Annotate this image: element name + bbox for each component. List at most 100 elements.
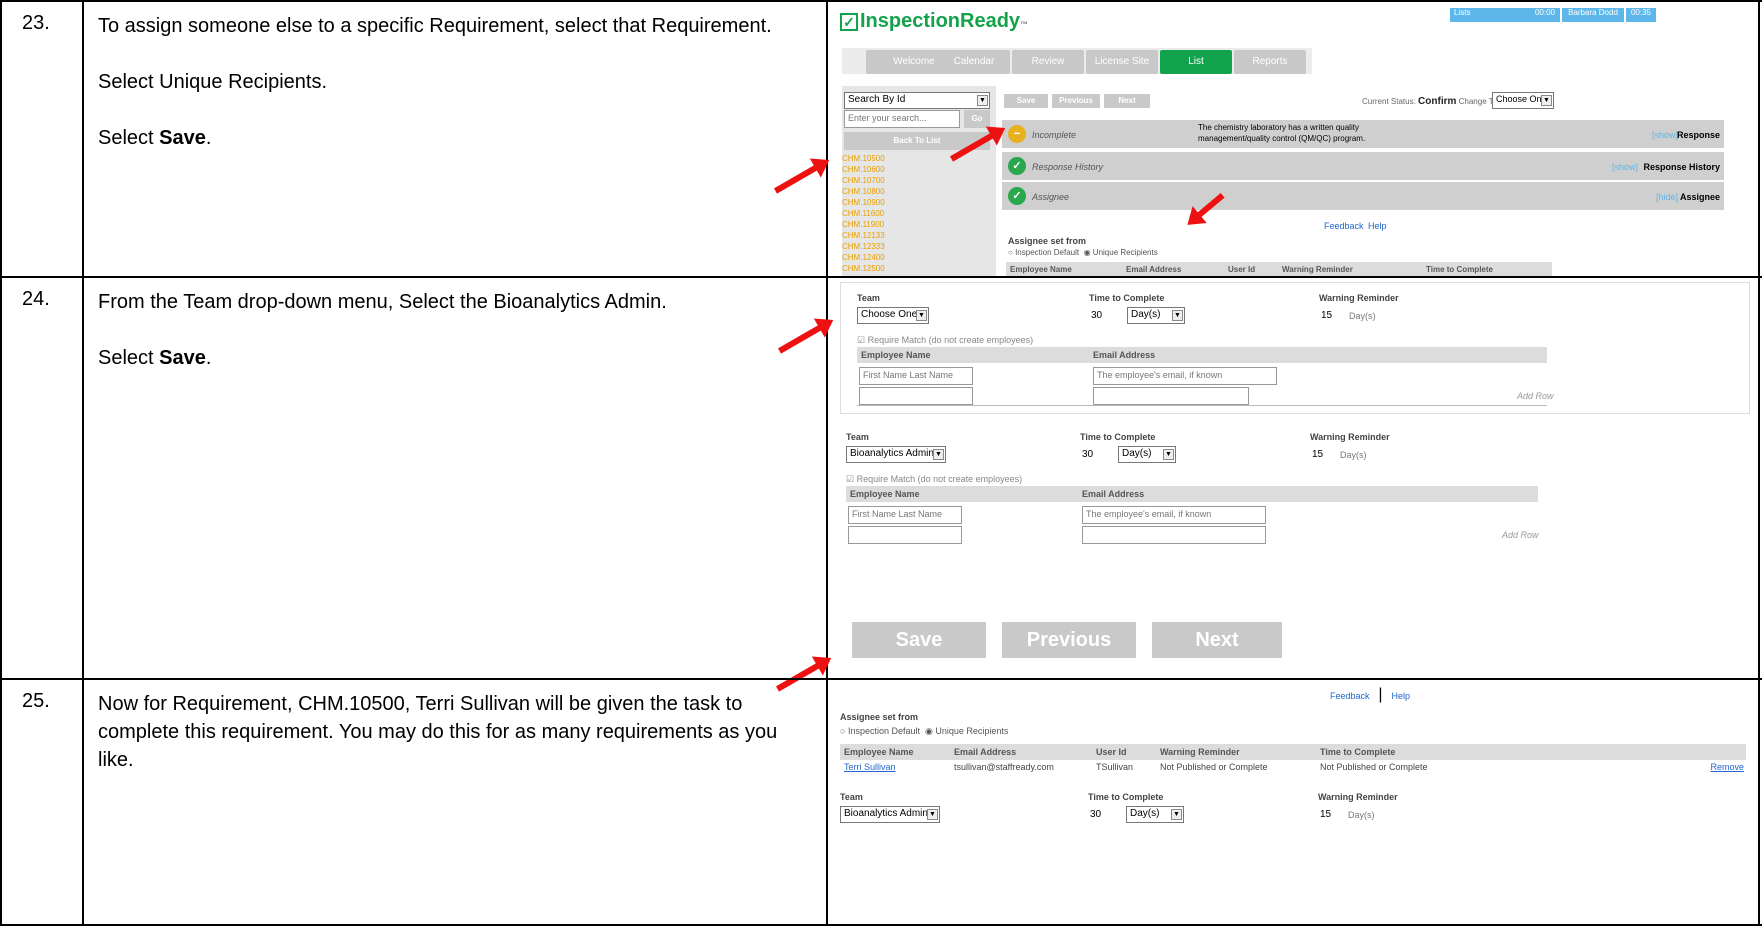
previous-button[interactable]: Previous xyxy=(1002,622,1136,658)
select-value: Day(s) xyxy=(1131,309,1161,320)
col-header: Employee Name xyxy=(844,747,914,757)
employee-name-field[interactable] xyxy=(848,526,962,544)
days-select[interactable]: Day(s) ▼ xyxy=(1126,806,1184,823)
lists-link[interactable]: Lists xyxy=(1450,8,1530,22)
col-header: Email Address xyxy=(1093,350,1156,360)
chevron-down-icon: ▼ xyxy=(927,809,938,820)
tree-item[interactable]: CHM.12133 xyxy=(842,231,885,240)
team-select[interactable]: Choose One ▼ xyxy=(857,307,929,324)
tab-reports[interactable]: Reports xyxy=(1234,50,1306,74)
tree-item[interactable]: CHM.10600 xyxy=(842,165,885,174)
ttc-value[interactable]: 30 xyxy=(1091,310,1102,321)
tab-list[interactable]: List xyxy=(1160,50,1232,74)
next-button[interactable]: Next xyxy=(1104,94,1150,108)
tree-item[interactable]: CHM.11900 xyxy=(842,220,884,229)
team-select[interactable]: Bioanalytics Admin ▼ xyxy=(840,806,940,823)
employee-name-field[interactable]: First Name Last Name xyxy=(848,506,962,524)
help-link[interactable]: Help xyxy=(1391,691,1410,701)
instruction-table: 23. To assign someone else to a specific… xyxy=(0,0,1762,926)
tab-calendar[interactable]: Calendar xyxy=(938,50,1010,74)
table-row: 23. To assign someone else to a specific… xyxy=(0,0,1762,276)
step-line: To assign someone else to a specific Req… xyxy=(98,15,772,37)
warning-value[interactable]: 15 xyxy=(1320,809,1331,820)
radio-selected-icon[interactable]: ◉ xyxy=(925,726,933,736)
hide-link[interactable]: [hide] xyxy=(1656,192,1678,202)
col-header: Warning Reminder xyxy=(1160,747,1240,757)
check-circle-icon: ✓ xyxy=(1008,157,1026,175)
select-value: Day(s) xyxy=(1122,448,1152,459)
tree-item[interactable]: CHM.12333 xyxy=(842,242,885,251)
table-row: 24. From the Team drop-down menu, Select… xyxy=(0,276,1762,692)
col-header: Employee Name xyxy=(1010,265,1072,274)
email-field[interactable]: The employee's email, if known xyxy=(1093,367,1277,385)
panel-text: The chemistry laboratory has a written q… xyxy=(1198,123,1359,132)
save-button[interactable]: Save xyxy=(852,622,986,658)
chevron-down-icon: ▼ xyxy=(977,95,988,106)
employee-name-field[interactable] xyxy=(859,387,973,405)
remove-link[interactable]: Remove xyxy=(1710,762,1744,772)
ttc-label: Time to Complete xyxy=(1080,432,1156,442)
radio-icon[interactable]: ○ xyxy=(1008,248,1013,257)
radio-icon[interactable]: ○ xyxy=(840,726,845,736)
show-link[interactable]: [show] xyxy=(1652,130,1678,140)
tree-item[interactable]: CHM.10500 xyxy=(842,154,885,163)
ttc-value[interactable]: 30 xyxy=(1090,809,1101,820)
step-text: To assign someone else to a specific Req… xyxy=(84,2,828,276)
ttc-value[interactable]: 30 xyxy=(1082,449,1093,460)
feedback-link[interactable]: Feedback xyxy=(1330,691,1370,701)
employee-link[interactable]: Terri Sullivan xyxy=(844,762,896,772)
add-row-link[interactable]: Add Row xyxy=(1502,530,1539,540)
tree-item[interactable]: CHM.10700 xyxy=(842,176,885,185)
previous-button[interactable]: Previous xyxy=(1052,94,1100,108)
change-status-select[interactable]: Choose One ▼ xyxy=(1492,92,1554,109)
panel-incomplete[interactable]: − Incomplete The chemistry laboratory ha… xyxy=(1002,120,1724,148)
search-type-select[interactable]: Search By Id ▼ xyxy=(844,92,990,109)
panel-assignee[interactable]: ✓ Assignee [hide] Assignee xyxy=(1002,182,1724,210)
select-value: Search By Id xyxy=(848,94,906,105)
user-name[interactable]: Barbara Dodd xyxy=(1562,8,1624,22)
tab-license-site[interactable]: License Site xyxy=(1086,50,1158,74)
tree-item[interactable]: CHM.10800 xyxy=(842,187,885,196)
select-value: Choose One xyxy=(1496,94,1547,104)
step-line: Select Save. xyxy=(98,344,812,372)
step-bold: Save xyxy=(159,347,206,369)
warning-unit: Day(s) xyxy=(1340,450,1367,460)
panel-right-label: Response xyxy=(1676,130,1720,140)
checkbox-label: Require Match (do not create employees) xyxy=(856,474,1023,484)
logo-tm: ™ xyxy=(1020,20,1029,29)
col-header: User Id xyxy=(1228,265,1256,274)
tree-item[interactable]: CHM.12500 xyxy=(842,264,885,273)
step-suffix: . xyxy=(205,127,212,149)
search-input[interactable]: Enter your search... xyxy=(844,110,960,128)
email-field[interactable] xyxy=(1093,387,1249,405)
feedback-link[interactable]: Feedback xyxy=(1324,221,1364,231)
help-link[interactable]: Help xyxy=(1368,221,1387,231)
panel-label: Incomplete xyxy=(1032,130,1077,140)
days-select[interactable]: Day(s) ▼ xyxy=(1118,446,1176,463)
require-match[interactable]: ☑ Require Match (do not create employees… xyxy=(857,335,1033,346)
days-select[interactable]: Day(s) ▼ xyxy=(1127,307,1185,324)
feedback-help: Feedback | Help xyxy=(1330,686,1410,703)
tree-item[interactable]: CHM.11600 xyxy=(842,209,884,218)
show-link[interactable]: [show] xyxy=(1612,162,1638,172)
employee-name-field[interactable]: First Name Last Name xyxy=(859,367,973,385)
add-row-link[interactable]: Add Row xyxy=(1517,391,1554,401)
table-border xyxy=(857,405,1547,406)
require-match[interactable]: ☑ Require Match (do not create employees… xyxy=(846,474,1022,485)
warning-value[interactable]: 15 xyxy=(1321,310,1332,321)
tree-item[interactable]: CHM.10900 xyxy=(842,198,885,207)
team-select[interactable]: Bioanalytics Admin ▼ xyxy=(846,446,946,463)
warning-value[interactable]: 15 xyxy=(1312,449,1323,460)
chevron-down-icon: ▼ xyxy=(1163,449,1174,460)
save-button[interactable]: Save xyxy=(1004,94,1048,108)
tree-item[interactable]: CHM.12400 xyxy=(842,253,885,262)
email-field[interactable] xyxy=(1082,526,1266,544)
next-button[interactable]: Next xyxy=(1152,622,1282,658)
panel-response-history[interactable]: ✓ Response History [show] Response Histo… xyxy=(1002,152,1724,180)
email-field[interactable]: The employee's email, if known xyxy=(1082,506,1266,524)
step-line: Now for Requirement, CHM.10500, Terri Su… xyxy=(98,693,778,771)
team-label: Team xyxy=(857,293,880,303)
userid-cell: TSullivan xyxy=(1096,762,1134,772)
tab-review[interactable]: Review xyxy=(1012,50,1084,74)
radio-selected-icon[interactable]: ◉ xyxy=(1084,248,1091,257)
